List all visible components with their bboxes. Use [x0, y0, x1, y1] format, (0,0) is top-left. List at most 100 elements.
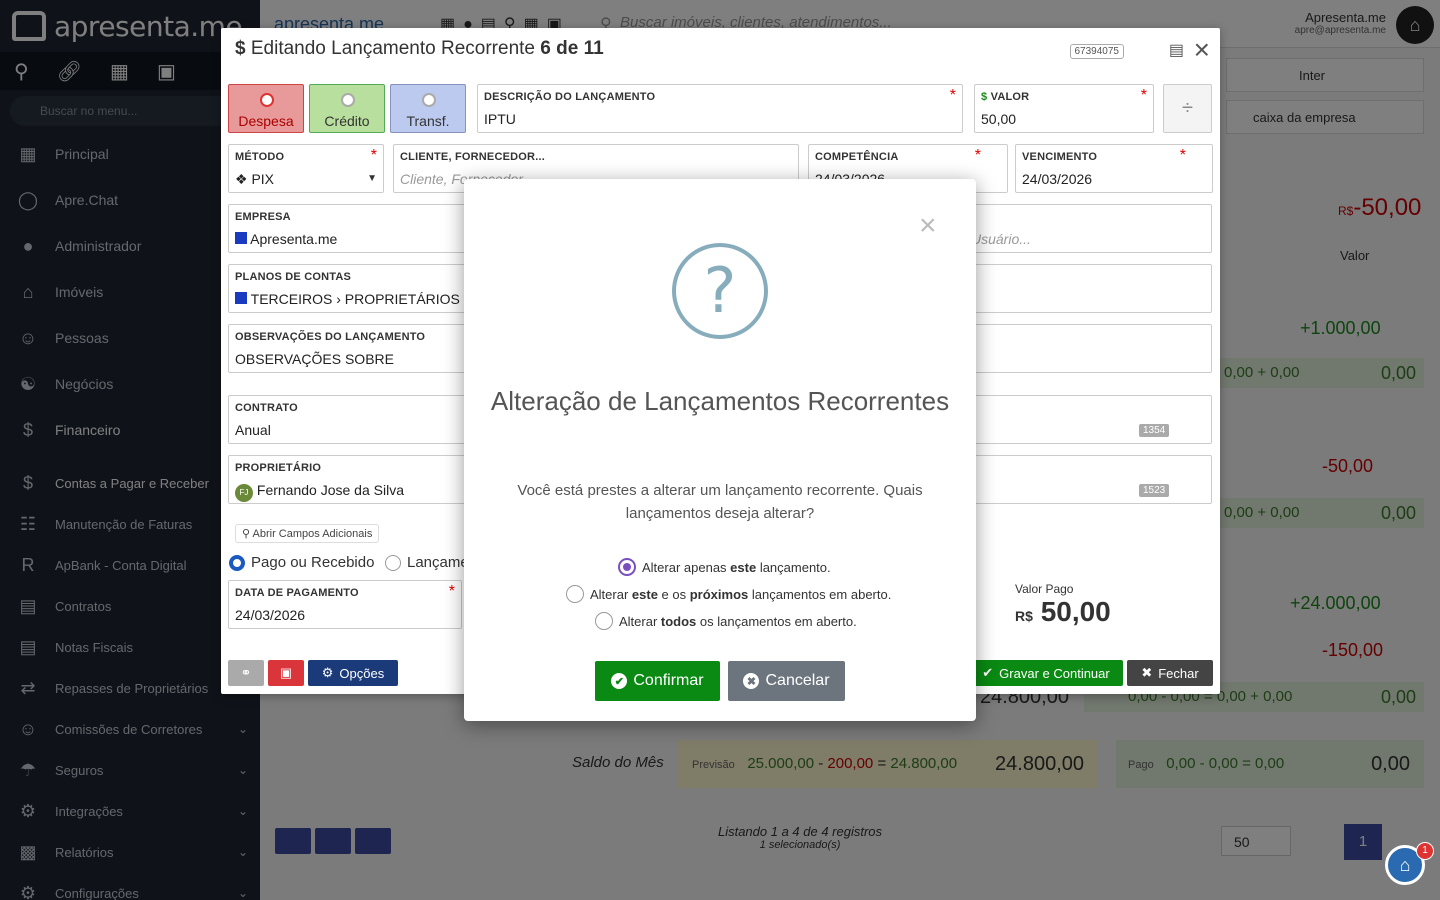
valor-pago-value: 50,00	[1040, 596, 1111, 627]
type-despesa-button[interactable]: Despesa	[228, 84, 304, 133]
radio-on	[229, 554, 245, 571]
metodo-select[interactable]: MÉTODO * ❖ PIX ▼	[228, 144, 384, 193]
trash-icon: ▣	[279, 665, 293, 680]
field-value: Apresenta.me	[235, 231, 337, 247]
record-id: 67394075	[1069, 44, 1124, 59]
type-label: Transf.	[406, 113, 450, 129]
campos-adicionais-button[interactable]: ⚲ Abrir Campos Adicionais	[235, 524, 380, 543]
history-icon[interactable]: ▤	[1169, 40, 1184, 60]
field-label: CLIENTE, FORNECEDOR...	[400, 151, 545, 163]
field-value: IPTU	[484, 111, 516, 127]
dialog-text: Você está prestes a alterar um lançament…	[517, 482, 923, 522]
radio-dot	[341, 93, 355, 107]
radio-label: Lançame	[407, 554, 469, 571]
color-swatch	[235, 292, 247, 304]
radio-unchecked[interactable]	[566, 585, 584, 603]
help-chat-button[interactable]: ⌂ 1	[1385, 842, 1434, 885]
radio-unchecked[interactable]	[595, 612, 613, 630]
field-label: CONTRATO	[235, 402, 298, 414]
required-mark: *	[974, 147, 981, 164]
chevron-down-icon: ▼	[367, 173, 377, 184]
field-value: 50,00	[981, 111, 1017, 127]
field-label: EMPRESA	[235, 211, 291, 223]
opcoes-button[interactable]: ⚙ Opções	[308, 660, 398, 686]
close-icon[interactable]: ×	[1194, 34, 1210, 66]
button-label: Abrir Campos Adicionais	[252, 528, 373, 540]
link-icon: ⚭	[240, 665, 252, 680]
required-mark: *	[370, 147, 377, 164]
divide-icon[interactable]: ÷	[1163, 84, 1212, 133]
field-value: OBSERVAÇÕES SOBRE	[235, 351, 394, 367]
dialog-title: Alteração de Lançamentos Recorrentes	[490, 386, 950, 416]
option-label: Alterar todos os lançamentos em aberto.	[619, 613, 857, 629]
field-label: MÉTODO	[235, 151, 285, 163]
contrato-id-badge: 1354	[1139, 424, 1170, 437]
dollar-icon: $	[981, 91, 988, 103]
avatar: FJ	[235, 484, 253, 502]
check-circle-icon: ✔	[982, 665, 994, 680]
field-value: 24/03/2026	[1022, 171, 1093, 187]
descricao-field[interactable]: DESCRIÇÃO DO LANÇAMENTO * IPTU	[477, 84, 963, 133]
close-circle-icon: ✖	[1141, 665, 1153, 680]
cancel-button[interactable]: ✖ Cancelar	[728, 661, 845, 701]
gravar-continuar-button[interactable]: ✔ Gravar e Continuar	[969, 660, 1123, 686]
field-label: COMPETÊNCIA	[815, 151, 899, 163]
required-mark: *	[448, 583, 455, 600]
close-icon[interactable]: ×	[919, 209, 937, 243]
field-label: $ VALOR	[981, 91, 1029, 103]
proprietario-value: Fernando Jose da Silva	[256, 482, 404, 498]
field-label-text: VALOR	[990, 91, 1030, 103]
option-este-e-proximos[interactable]: Alterar este e os próximos lançamentos e…	[566, 585, 891, 603]
link-button[interactable]: ⚭	[228, 660, 264, 686]
field-label: VENCIMENTO	[1022, 151, 1098, 163]
option-apenas-este[interactable]: Alterar apenas este lançamento.	[618, 558, 831, 576]
title-counter: 6 de 11	[540, 38, 604, 59]
field-value: FJ Fernando Jose da Silva	[235, 482, 404, 502]
modal-title: $ Editando Lançamento Recorrente 6 de 11	[235, 38, 604, 60]
option-todos[interactable]: Alterar todos os lançamentos em aberto.	[595, 612, 857, 630]
currency-prefix: R$	[1015, 608, 1033, 624]
color-swatch	[235, 232, 247, 244]
button-label: Fechar	[1158, 665, 1199, 681]
empresa-value: Apresenta.me	[250, 231, 338, 247]
proprietario-id-badge: 1523	[1139, 484, 1170, 497]
valor-pago-label: Valor Pago	[1015, 582, 1074, 596]
delete-button[interactable]: ▣	[268, 660, 304, 686]
radio-off	[385, 554, 401, 571]
vencimento-field[interactable]: VENCIMENTO * 24/03/2026	[1015, 144, 1213, 193]
radio-dot	[422, 93, 436, 107]
data-pagamento-field[interactable]: DATA DE PAGAMENTO * 24/03/2026	[228, 580, 462, 629]
field-label: PROPRIETÁRIO	[235, 462, 322, 474]
field-label: OBSERVAÇÕES DO LANÇAMENTO	[235, 331, 426, 343]
required-mark: *	[1179, 147, 1186, 164]
button-label: Gravar e Continuar	[999, 665, 1110, 681]
lancamento-radio[interactable]: Lançame	[385, 554, 469, 571]
valor-field[interactable]: $ VALOR * 50,00	[974, 84, 1154, 133]
radio-label: Pago ou Recebido	[251, 554, 375, 571]
type-label: Crédito	[324, 113, 370, 129]
field-value: TERCEIROS › PROPRIETÁRIOS › IP	[235, 291, 486, 307]
field-value: ❖ PIX	[235, 171, 275, 187]
option-label: Alterar apenas este lançamento.	[642, 559, 831, 575]
dollar-icon: $	[235, 38, 246, 59]
field-value: Anual	[235, 422, 271, 438]
confirm-button[interactable]: ✔ Confirmar	[595, 661, 720, 701]
usuario-placeholder: Usuário...	[971, 231, 1031, 247]
required-mark: *	[949, 87, 956, 104]
fechar-button[interactable]: ✖ Fechar	[1127, 660, 1213, 686]
type-credito-button[interactable]: Crédito	[309, 84, 385, 133]
radio-dot	[260, 93, 274, 107]
close-circle-icon: ✖	[743, 673, 760, 689]
type-transf-button[interactable]: Transf.	[390, 84, 466, 133]
gear-icon: ⚙	[321, 665, 334, 680]
question-icon: ?	[672, 243, 768, 339]
planos-value: TERCEIROS › PROPRIETÁRIOS › IP	[250, 291, 486, 307]
type-label: Despesa	[238, 113, 294, 129]
required-mark: *	[1140, 87, 1147, 104]
radio-checked[interactable]	[618, 558, 636, 576]
button-label: Opções	[339, 665, 385, 681]
valor-pago-display: Valor Pago R$ 50,00	[1015, 582, 1111, 628]
notification-badge: 1	[1416, 842, 1434, 860]
pago-radio[interactable]: Pago ou Recebido	[229, 554, 374, 571]
field-label: DESCRIÇÃO DO LANÇAMENTO	[484, 91, 656, 103]
